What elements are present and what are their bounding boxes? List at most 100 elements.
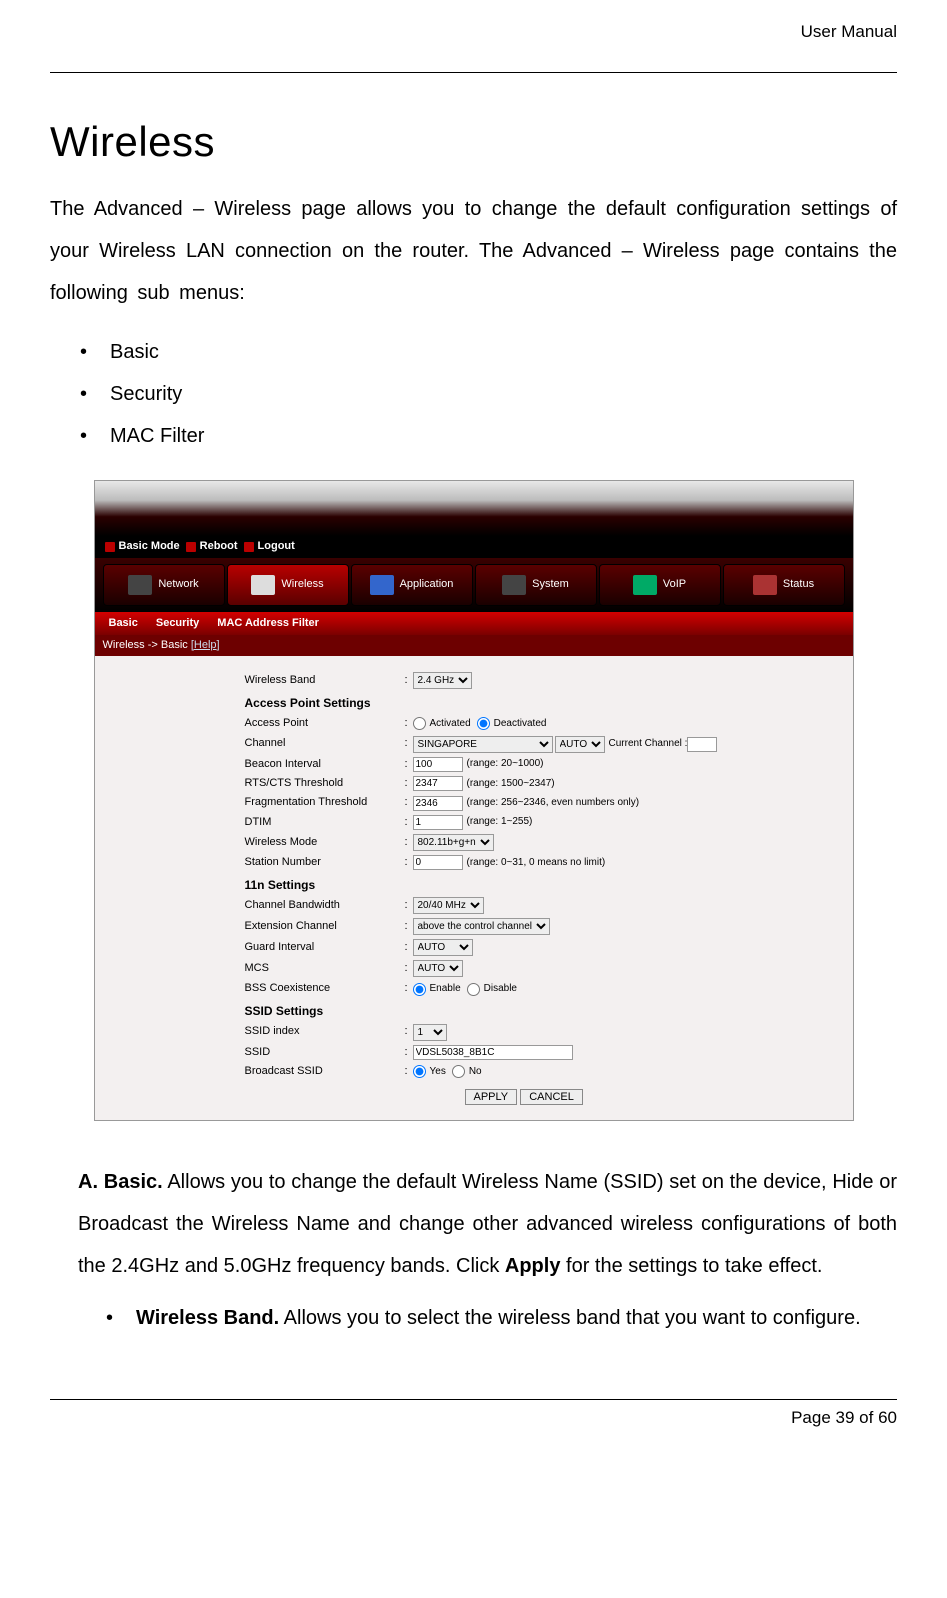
lbl-mcs: MCS bbox=[245, 961, 405, 976]
lbl-station: Station Number bbox=[245, 855, 405, 870]
nav-network[interactable]: Network bbox=[103, 564, 225, 606]
ss-form: Wireless Band: 2.4 GHz Access Point Sett… bbox=[95, 656, 853, 1119]
radio-deactivated[interactable] bbox=[477, 717, 490, 730]
footer-page-num: 39 bbox=[836, 1408, 855, 1427]
section-a-sublist: Wireless Band. Allows you to select the … bbox=[50, 1297, 897, 1339]
footer-page-prefix: Page bbox=[791, 1408, 835, 1427]
txt-broadcast-yes: Yes bbox=[430, 1065, 446, 1079]
cancel-button[interactable]: CANCEL bbox=[520, 1089, 583, 1105]
select-wireless-band[interactable]: 2.4 GHz bbox=[413, 672, 472, 689]
nav-voip-label: VoIP bbox=[663, 577, 686, 592]
ss-header-gradient bbox=[95, 481, 853, 536]
input-dtim[interactable] bbox=[413, 815, 463, 830]
menu-bullet-list: Basic Security MAC Filter bbox=[50, 338, 897, 450]
select-ssid-index[interactable]: 1 bbox=[413, 1024, 447, 1041]
input-ssid[interactable] bbox=[413, 1045, 573, 1060]
page-number: Page 39 of 60 bbox=[50, 1406, 897, 1430]
lbl-guard: Guard Interval bbox=[245, 940, 405, 955]
nav-wireless-label: Wireless bbox=[281, 577, 323, 592]
hdr-ap-settings: Access Point Settings bbox=[245, 695, 853, 712]
nav-status-label: Status bbox=[783, 577, 814, 592]
sub-text: Allows you to select the wireless band t… bbox=[279, 1307, 860, 1329]
range-frag: (range: 256~2346, even numbers only) bbox=[467, 796, 640, 810]
select-chbw[interactable]: 20/40 MHz bbox=[413, 897, 484, 914]
help-link[interactable]: [Help] bbox=[191, 639, 220, 651]
footer-total: 60 bbox=[878, 1408, 897, 1427]
input-frag[interactable] bbox=[413, 796, 463, 811]
lbl-access-point: Access Point bbox=[245, 716, 405, 731]
nav-network-label: Network bbox=[158, 577, 198, 592]
subnav-security[interactable]: Security bbox=[156, 616, 199, 631]
ss-breadcrumb: Wireless -> Basic [Help] bbox=[95, 635, 853, 656]
bullet-mac-filter: MAC Filter bbox=[110, 422, 897, 450]
select-extch[interactable]: above the control channel bbox=[413, 918, 550, 935]
radio-broadcast-yes[interactable] bbox=[413, 1065, 426, 1078]
lbl-frag: Fragmentation Threshold bbox=[245, 795, 405, 810]
router-ui-screenshot: Basic Mode Reboot Logout Network Wireles… bbox=[94, 480, 854, 1121]
range-beacon: (range: 20~1000) bbox=[467, 757, 544, 771]
ss-topbar: Basic Mode Reboot Logout bbox=[95, 536, 853, 558]
txt-broadcast-no: No bbox=[469, 1065, 482, 1079]
lbl-ssid: SSID bbox=[245, 1045, 405, 1060]
ss-basic-mode-link[interactable]: Basic Mode bbox=[105, 539, 180, 554]
ss-logout-link[interactable]: Logout bbox=[244, 539, 295, 554]
select-mcs[interactable]: AUTO bbox=[413, 960, 463, 977]
apply-button[interactable]: APPLY bbox=[465, 1089, 518, 1105]
lbl-beacon: Beacon Interval bbox=[245, 757, 405, 772]
lbl-dtim: DTIM bbox=[245, 815, 405, 830]
range-dtim: (range: 1~255) bbox=[467, 815, 533, 829]
radio-broadcast-no[interactable] bbox=[452, 1065, 465, 1078]
txt-activated: Activated bbox=[430, 717, 471, 731]
nav-status[interactable]: Status bbox=[723, 564, 845, 606]
nav-wireless[interactable]: Wireless bbox=[227, 564, 349, 606]
nav-system[interactable]: System bbox=[475, 564, 597, 606]
application-icon bbox=[370, 575, 394, 595]
footer-of: of bbox=[854, 1408, 878, 1427]
select-wmode[interactable]: 802.11b+g+n bbox=[413, 834, 494, 851]
bullet-basic: Basic bbox=[110, 338, 897, 366]
nav-application[interactable]: Application bbox=[351, 564, 473, 606]
section-a-text-after: for the settings to take effect. bbox=[560, 1255, 822, 1277]
wireless-icon bbox=[251, 575, 275, 595]
voip-icon bbox=[633, 575, 657, 595]
header-rule bbox=[50, 72, 897, 73]
lbl-bss: BSS Coexistence bbox=[245, 981, 405, 996]
ss-reboot-link[interactable]: Reboot bbox=[186, 539, 238, 554]
select-channel-country[interactable]: SINGAPORE bbox=[413, 736, 553, 753]
intro-paragraph: The Advanced – Wireless page allows you … bbox=[50, 188, 897, 314]
bullet-security: Security bbox=[110, 380, 897, 408]
lbl-ssid-index: SSID index bbox=[245, 1024, 405, 1039]
lbl-channel: Channel bbox=[245, 736, 405, 751]
status-icon bbox=[753, 575, 777, 595]
txt-bss-disable: Disable bbox=[484, 982, 517, 996]
range-rts: (range: 1500~2347) bbox=[467, 777, 555, 791]
lbl-wireless-band: Wireless Band bbox=[245, 673, 405, 688]
network-icon bbox=[128, 575, 152, 595]
subnav-mac[interactable]: MAC Address Filter bbox=[217, 616, 319, 631]
radio-bss-disable[interactable] bbox=[467, 983, 480, 996]
section-a: A. Basic. Allows you to change the defau… bbox=[50, 1161, 897, 1287]
ss-main-nav: Network Wireless Application System VoIP… bbox=[95, 558, 853, 612]
sub-title: Wireless Band. bbox=[136, 1307, 279, 1329]
section-a-title: Basic. bbox=[104, 1171, 163, 1193]
input-station[interactable] bbox=[413, 855, 463, 870]
sub-wireless-band: Wireless Band. Allows you to select the … bbox=[136, 1297, 897, 1339]
subnav-basic[interactable]: Basic bbox=[109, 616, 138, 631]
radio-activated[interactable] bbox=[413, 717, 426, 730]
breadcrumb-text: Wireless -> Basic bbox=[103, 639, 191, 651]
input-beacon[interactable] bbox=[413, 757, 463, 772]
radio-bss-enable[interactable] bbox=[413, 983, 426, 996]
lbl-chbw: Channel Bandwidth bbox=[245, 898, 405, 913]
input-rts[interactable] bbox=[413, 776, 463, 791]
select-channel-auto[interactable]: AUTO bbox=[555, 736, 605, 753]
ss-sub-nav: Basic Security MAC Address Filter bbox=[95, 612, 853, 635]
nav-application-label: Application bbox=[400, 577, 454, 592]
input-current-channel[interactable] bbox=[687, 737, 717, 752]
nav-voip[interactable]: VoIP bbox=[599, 564, 721, 606]
lbl-rts: RTS/CTS Threshold bbox=[245, 776, 405, 791]
apply-bold: Apply bbox=[505, 1255, 561, 1277]
txt-bss-enable: Enable bbox=[430, 982, 461, 996]
header-label: User Manual bbox=[50, 20, 897, 44]
select-guard[interactable]: AUTO bbox=[413, 939, 473, 956]
section-a-marker: A. bbox=[78, 1171, 98, 1193]
